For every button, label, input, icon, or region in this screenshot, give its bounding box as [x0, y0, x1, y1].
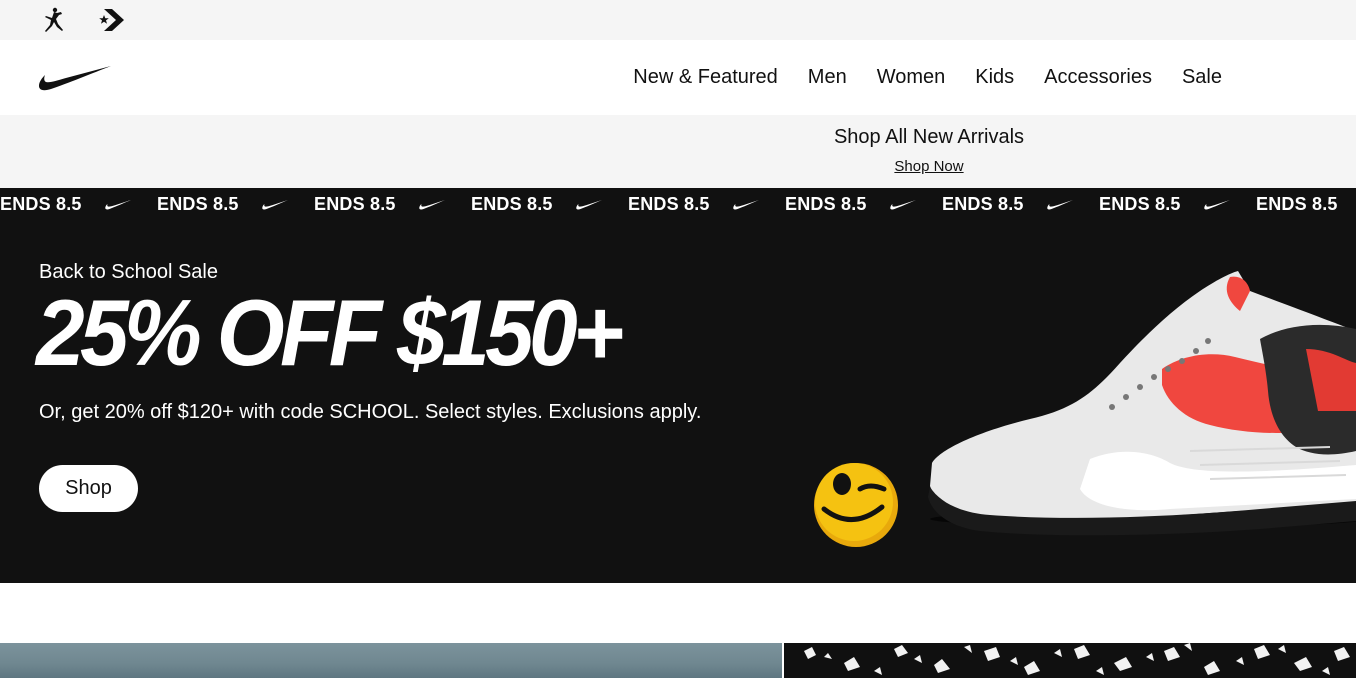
promo-tile-right[interactable] — [784, 643, 1356, 678]
swoosh-icon — [1203, 199, 1230, 209]
utility-bar — [0, 0, 1356, 40]
ends-ticker: ENDS 8.5 ENDS 8.5 ENDS 8.5 ENDS 8.5 ENDS 8.5… — [0, 188, 1356, 222]
promo-strip: Shop All New Arrivals Shop Now — [0, 115, 1356, 188]
ticker-text: ENDS 8.5 — [1256, 194, 1338, 214]
ticker-text: ENDS 8.5 — [942, 194, 1024, 214]
ticker-text: ENDS 8.5 — [0, 194, 82, 214]
swoosh-icon — [575, 199, 602, 209]
nav-new-featured[interactable]: New & Featured — [633, 66, 778, 89]
swoosh-icon — [261, 199, 288, 209]
ticker-text: ENDS 8.5 — [628, 194, 710, 214]
swoosh-icon — [104, 199, 131, 209]
ticker-track: ENDS 8.5 ENDS 8.5 ENDS 8.5 ENDS 8.5 ENDS 8.5… — [0, 188, 1356, 221]
nav-men[interactable]: Men — [808, 66, 847, 89]
swoosh-icon — [1046, 199, 1073, 209]
ticker-text: ENDS 8.5 — [785, 194, 867, 214]
ticker-text: ENDS 8.5 — [157, 194, 239, 214]
hero-artwork — [790, 251, 1356, 551]
winking-smiley-icon — [814, 463, 898, 547]
ticker-item: ENDS 8.5 — [314, 194, 471, 215]
promo-link-wrap: Shop Now — [0, 158, 1356, 175]
ticker-item: ENDS 8.5 — [157, 194, 314, 215]
section-gap — [0, 583, 1356, 643]
main-nav: New & Featured Men Women Kids Accessorie… — [633, 40, 1222, 115]
hero-body: Or, get 20% off $120+ with code SCHOOL. … — [39, 401, 702, 423]
nav-sale[interactable]: Sale — [1182, 66, 1222, 89]
swoosh-icon — [732, 199, 759, 209]
converse-icon[interactable] — [98, 6, 126, 34]
ticker-item: ENDS 8.5 — [785, 194, 942, 215]
hero-headline: 25% OFF $150+ — [36, 280, 624, 385]
ticker-item: ENDS 8.5 — [471, 194, 628, 215]
promo-title: Shop All New Arrivals — [833, 126, 1025, 148]
nav-accessories[interactable]: Accessories — [1044, 66, 1152, 89]
nike-swoosh-icon[interactable] — [38, 64, 112, 92]
swoosh-icon — [889, 199, 916, 209]
shop-now-link[interactable]: Shop Now — [894, 158, 963, 175]
ticker-item: ENDS 8.5 — [1099, 194, 1256, 215]
swoosh-icon — [418, 199, 445, 209]
ticker-item: ENDS 8.5 — [628, 194, 785, 215]
ticker-item: ENDS 8.5 — [0, 194, 157, 215]
nav-women[interactable]: Women — [877, 66, 946, 89]
sneaker-image — [928, 271, 1356, 536]
hero-banner: Back to School Sale 25% OFF $150+ Or, ge… — [0, 221, 1356, 583]
ticker-text: ENDS 8.5 — [314, 194, 396, 214]
ticker-item: ENDS 8.5 — [942, 194, 1099, 215]
jordan-icon[interactable] — [40, 6, 68, 34]
shop-button[interactable]: Shop — [39, 465, 138, 512]
nav-kids[interactable]: Kids — [975, 66, 1014, 89]
ticker-text: ENDS 8.5 — [1099, 194, 1181, 214]
ticker-item: ENDS 8.5 — [1256, 194, 1356, 215]
ticker-text: ENDS 8.5 — [471, 194, 553, 214]
promo-tile-left[interactable] — [0, 643, 782, 678]
main-header: New & Featured Men Women Kids Accessorie… — [0, 40, 1356, 115]
